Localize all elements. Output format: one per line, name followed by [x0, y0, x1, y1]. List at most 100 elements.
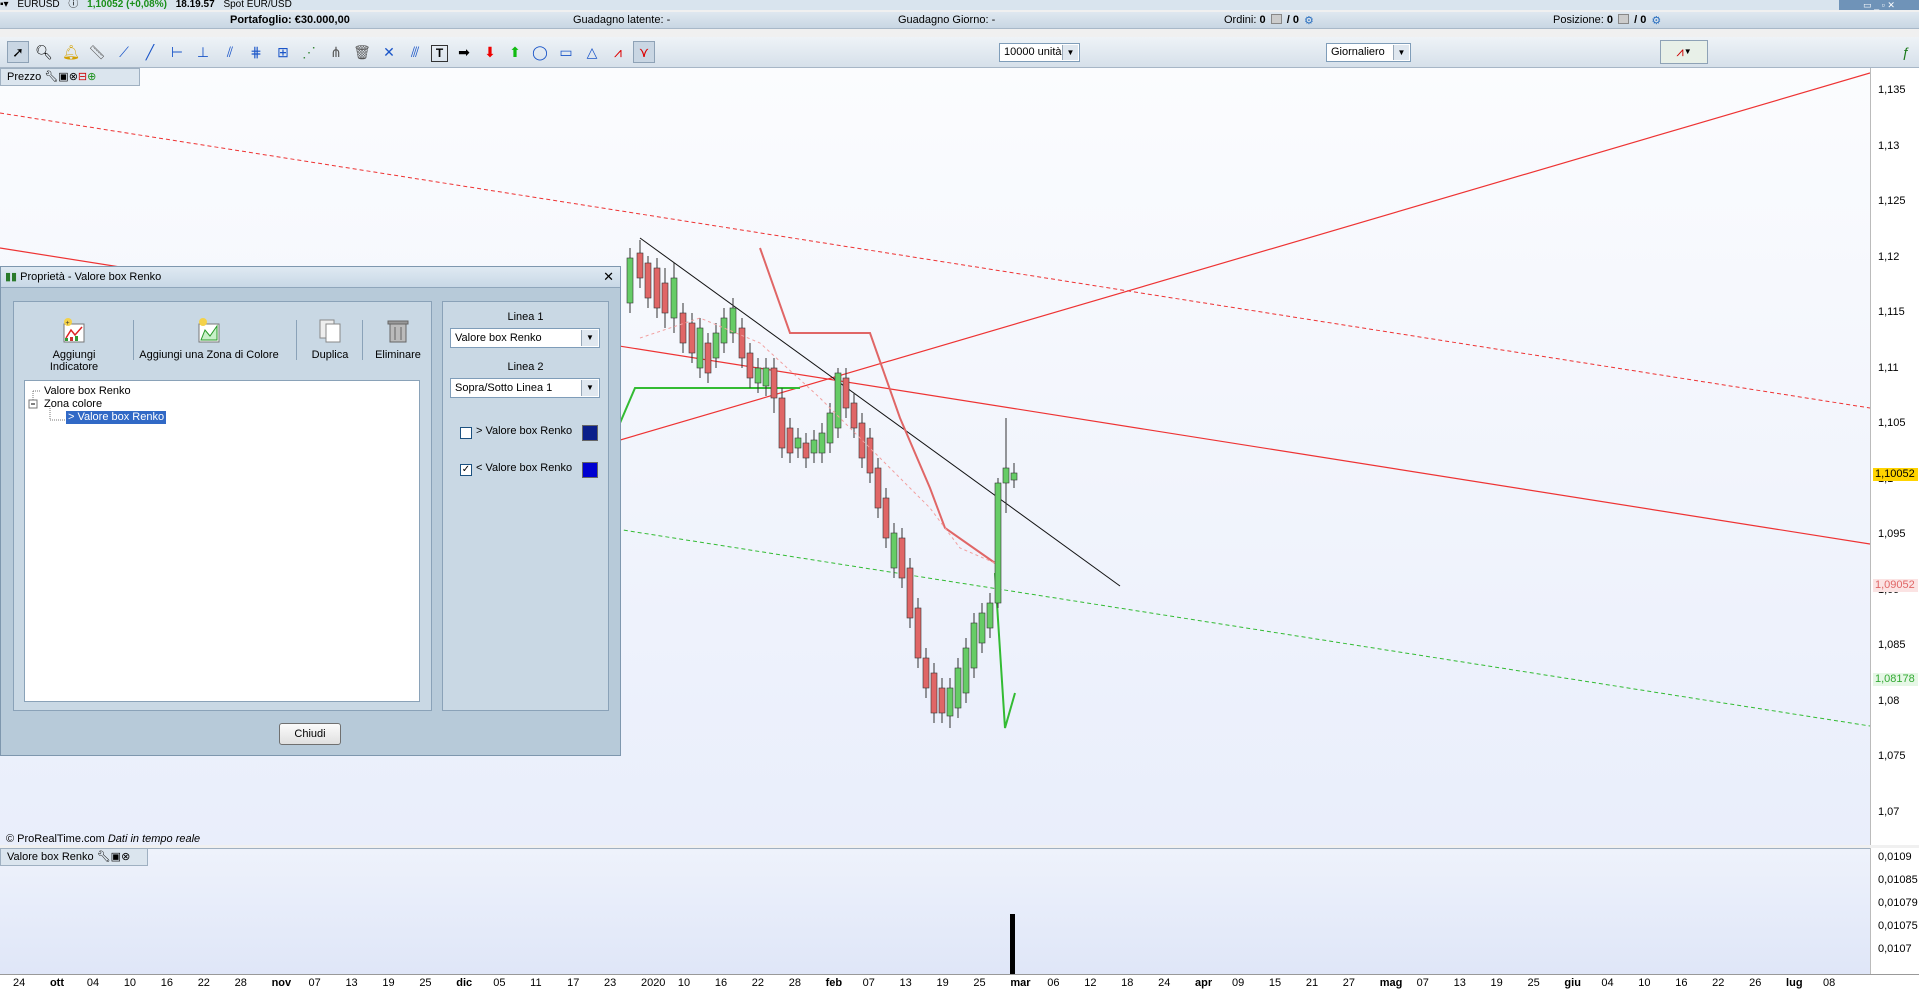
time-label: giu: [1564, 977, 1581, 989]
fibonacci-icon[interactable]: ⋕: [245, 41, 267, 63]
horizontal-line-icon[interactable]: ⊢: [166, 41, 188, 63]
channel-icon[interactable]: ⫽: [219, 41, 241, 63]
chevron-down-icon[interactable]: ▼: [581, 330, 598, 346]
time-label: 22: [197, 977, 210, 989]
delete-button[interactable]: Eliminare: [368, 316, 428, 361]
black-trend-line: [639, 237, 1121, 587]
cross-icon[interactable]: ✕: [378, 41, 400, 63]
dialog-titlebar[interactable]: ▮▮ Proprietà - Valore box Renko ✕: [1, 267, 620, 288]
indicator-pane[interactable]: [0, 848, 1870, 975]
time-label: nov: [271, 977, 292, 989]
tree-item-condition[interactable]: > Valore box Renko: [66, 411, 167, 424]
position-info: Posizione: 0 / 0 ⚙: [1553, 12, 1664, 28]
price-label: 1,095: [1878, 528, 1906, 540]
selected-drawing-icon[interactable]: ⋎: [633, 41, 655, 63]
zoom-icon[interactable]: 🔍︎: [33, 41, 55, 63]
candle-body: [778, 397, 786, 449]
time-axis[interactable]: 24 ott 04 10 16 22 28 nov 07 13 19 25 dic 05 11 17 23 202…: [0, 974, 1919, 989]
arrow-down-icon[interactable]: ⬇: [479, 41, 501, 63]
time-label: mar: [1010, 977, 1031, 989]
arrow-right-icon[interactable]: ➡: [453, 41, 475, 63]
add-indicator-button[interactable]: + Aggiungi Indicatore: [28, 316, 120, 373]
support-dashed-line: [609, 527, 1870, 727]
text-icon[interactable]: T: [431, 45, 448, 62]
below-color-swatch[interactable]: [582, 462, 598, 478]
window-controls[interactable]: ▭ _ ▫ ✕: [1839, 0, 1919, 10]
instrument-name[interactable]: EURUSD: [17, 0, 59, 10]
alarm-icon[interactable]: 🔔︎: [60, 41, 82, 63]
chart-style-button[interactable]: ⩘ ▼: [1660, 40, 1708, 64]
above-checkbox[interactable]: [460, 427, 472, 439]
chevron-down-icon[interactable]: ▼: [581, 380, 598, 396]
position-gear-icon[interactable]: ⚙: [1651, 13, 1662, 27]
above-color-swatch[interactable]: [582, 425, 598, 441]
close-icon[interactable]: ✕: [603, 267, 614, 287]
wrench-icon[interactable]: 🔧︎: [44, 71, 58, 83]
ruler-icon[interactable]: 📏︎: [86, 41, 108, 63]
vertical-line-icon[interactable]: ⊥: [192, 41, 214, 63]
timeframe-select[interactable]: Giornaliero ▼: [1326, 43, 1411, 62]
candle-body: [738, 327, 746, 359]
pitchfork-icon[interactable]: ⋔: [325, 41, 347, 63]
tree-item-color-zone[interactable]: Zona colore: [44, 398, 102, 411]
candle-body: [986, 602, 994, 629]
arrow-up-icon[interactable]: ⬆: [504, 41, 526, 63]
remove-icon[interactable]: ⊟: [78, 71, 87, 83]
chevron-down-icon[interactable]: ▼: [1393, 45, 1409, 60]
time-label: feb: [825, 977, 843, 989]
price-axis[interactable]: 1,1351,131,1251,121,1151,111,1051,11,095…: [1870, 68, 1919, 845]
window-icon[interactable]: ▣: [111, 851, 121, 863]
time-label: 19: [1490, 977, 1503, 989]
below-checkbox[interactable]: ✓: [460, 464, 472, 476]
daily-gain: Guadagno Giorno: -: [898, 14, 996, 26]
close-icon[interactable]: ⊗: [121, 851, 130, 863]
line1-select[interactable]: Valore box Renko ▼: [450, 328, 600, 348]
wrench-icon[interactable]: 🔧︎: [97, 851, 111, 863]
indicator-tree[interactable]: Valore box Renko Zona colore > Valore bo…: [24, 380, 420, 702]
time-label: mag: [1379, 977, 1403, 989]
quantity-value: 10000 unità: [1004, 46, 1062, 58]
trend-icon[interactable]: ⋰: [298, 41, 320, 63]
position-total: / 0: [1634, 14, 1647, 26]
up-icon[interactable]: ⊕: [87, 71, 96, 83]
triangle-icon[interactable]: △: [581, 41, 603, 63]
candle-body: [729, 307, 737, 334]
indicator-axis[interactable]: 0,0109 0,01085 0,01079 0,01075 0,0107: [1870, 848, 1919, 974]
time-label: 23: [604, 977, 617, 989]
orders-gear-icon[interactable]: ⚙: [1304, 13, 1315, 27]
duplicate-button[interactable]: Duplica: [303, 316, 357, 361]
indicator-icon[interactable]: ƒ: [1895, 41, 1917, 63]
candle-body: [962, 647, 970, 694]
window-menu-icon[interactable]: ▪▾: [0, 0, 9, 10]
window-icon[interactable]: ▣: [58, 71, 68, 83]
quantity-select[interactable]: 10000 unità ▼: [999, 43, 1080, 62]
close-button[interactable]: Chiudi: [279, 723, 341, 745]
tree-item-indicator[interactable]: Valore box Renko: [44, 385, 131, 398]
position-close-icon[interactable]: [1618, 14, 1630, 24]
time-label: 10: [123, 977, 137, 989]
pointer-icon[interactable]: ➚: [7, 41, 29, 63]
chevron-down-icon[interactable]: ▼: [1062, 45, 1078, 60]
line2-select[interactable]: Sopra/Sotto Linea 1 ▼: [450, 378, 600, 398]
time-label: 13: [1453, 977, 1466, 989]
rectangle-icon[interactable]: ▭: [555, 41, 577, 63]
zigzag-icon[interactable]: ⩘: [607, 41, 629, 63]
close-icon[interactable]: ⊗: [69, 71, 78, 83]
add-color-zone-button[interactable]: Aggiungi una Zona di Colore: [139, 316, 279, 361]
orders-close-icon[interactable]: [1270, 14, 1282, 24]
time-label: 16: [160, 977, 173, 989]
line-icon[interactable]: ╱: [139, 41, 161, 63]
line1-caption: Linea 1: [507, 311, 544, 323]
time-label: 11: [530, 977, 542, 989]
segment-icon[interactable]: ⟋: [113, 41, 135, 63]
delete-icon[interactable]: 🗑︎: [351, 41, 373, 63]
grid-icon[interactable]: ⊞: [272, 41, 294, 63]
ellipse-icon[interactable]: ◯: [529, 41, 551, 63]
price-label: 1,11: [1878, 361, 1899, 374]
time-label: 05: [493, 977, 506, 989]
fan-icon[interactable]: ⫻: [404, 41, 426, 63]
price-label: 1,105: [1878, 417, 1906, 429]
candle-body: [826, 412, 834, 444]
info-icon[interactable]: ⓘ: [68, 0, 78, 10]
add-indicator-icon: +: [63, 318, 85, 343]
